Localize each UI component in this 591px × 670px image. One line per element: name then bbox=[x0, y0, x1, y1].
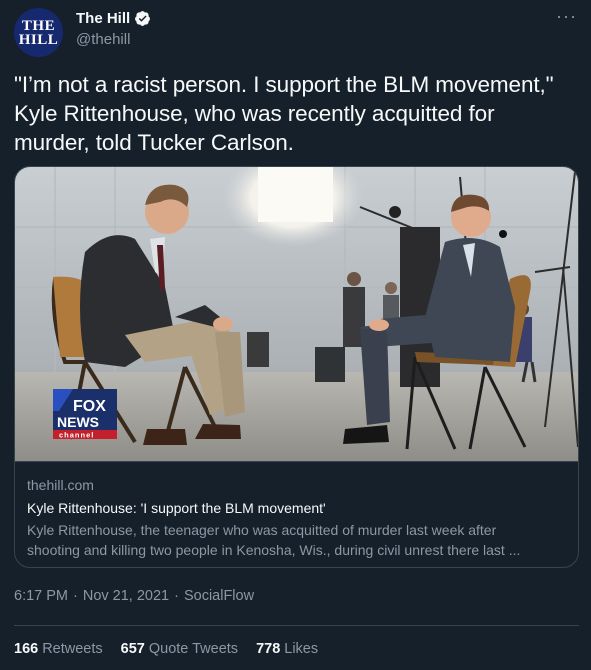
quote-tweets-label: Quote Tweets bbox=[148, 641, 239, 657]
retweets-count: 166 bbox=[14, 641, 39, 657]
card-title: Kyle Rittenhouse: 'I support the BLM mov… bbox=[27, 500, 326, 516]
tweet-source[interactable]: SocialFlow bbox=[184, 588, 254, 604]
likes-label: Likes bbox=[284, 641, 319, 657]
link-card[interactable]: FOX NEWS channel thehill.com Kyle Ritten… bbox=[14, 166, 579, 568]
verified-badge-icon bbox=[135, 11, 151, 26]
channel-logo-text: channel bbox=[59, 431, 94, 440]
tweet-date[interactable]: Nov 21, 2021 bbox=[83, 588, 169, 604]
tweet-text: "I’m not a racist person. I support the … bbox=[14, 70, 579, 157]
account-name[interactable]: The Hill bbox=[76, 10, 130, 27]
news-logo-text: NEWS bbox=[57, 414, 99, 430]
card-domain: thehill.com bbox=[27, 477, 94, 493]
meta-separator: · bbox=[174, 588, 179, 604]
avatar[interactable]: THE HILL bbox=[14, 8, 63, 57]
engagement-stats: 166 Retweets 657 Quote Tweets 778 Likes bbox=[14, 641, 318, 657]
card-description-line: Kyle Rittenhouse, the teenager who was a… bbox=[27, 522, 497, 538]
tweet-text-line: Kyle Rittenhouse, who was recently acqui… bbox=[14, 101, 495, 126]
divider bbox=[14, 625, 579, 626]
name-row: The Hill bbox=[76, 10, 151, 27]
more-options-icon[interactable]: ··· bbox=[556, 6, 577, 27]
avatar-line-1: THE bbox=[21, 17, 56, 34]
tweet-text-line: "I’m not a racist person. I support the … bbox=[14, 72, 554, 97]
fox-news-logo: FOX NEWS channel bbox=[53, 389, 117, 440]
card-description-line: shooting and killing two people in Kenos… bbox=[27, 542, 521, 558]
meta-separator: · bbox=[73, 588, 78, 604]
card-description: Kyle Rittenhouse, the teenager who was a… bbox=[27, 520, 567, 560]
retweets-stat[interactable]: 166 Retweets bbox=[14, 641, 103, 657]
tweet-text-line: murder, told Tucker Carlson. bbox=[14, 130, 294, 155]
card-info[interactable]: thehill.com Kyle Rittenhouse: 'I support… bbox=[15, 461, 578, 567]
likes-stat[interactable]: 778 Likes bbox=[256, 641, 318, 657]
quote-tweets-count: 657 bbox=[120, 641, 145, 657]
avatar-line-2: HILL bbox=[18, 31, 59, 48]
retweets-label: Retweets bbox=[42, 641, 103, 657]
likes-count: 778 bbox=[256, 641, 281, 657]
tweet: THE HILL The Hill @thehill ··· "I’m not … bbox=[0, 0, 591, 670]
tweet-time[interactable]: 6:17 PM bbox=[14, 588, 68, 604]
quote-tweets-stat[interactable]: 657 Quote Tweets bbox=[121, 641, 238, 657]
fox-logo-text: FOX bbox=[73, 398, 106, 415]
account-handle[interactable]: @thehill bbox=[76, 31, 130, 48]
tweet-meta: 6:17 PM · Nov 21, 2021 · SocialFlow bbox=[14, 588, 254, 604]
card-image[interactable]: FOX NEWS channel bbox=[15, 167, 578, 461]
